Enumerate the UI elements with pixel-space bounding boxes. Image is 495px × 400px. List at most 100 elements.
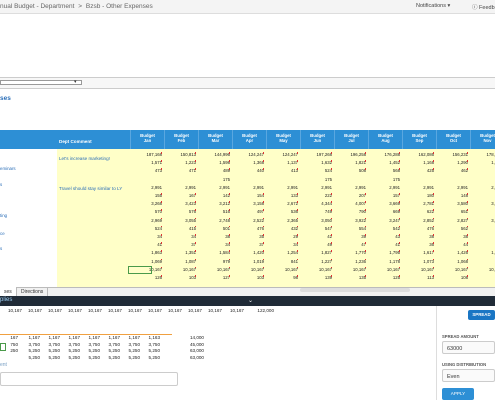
spread-cell[interactable]: 3,750	[122, 342, 141, 347]
budget-cell[interactable]: 1,236	[334, 258, 366, 264]
budget-cell[interactable]: 10,167	[334, 266, 366, 272]
budget-cell[interactable]: 1,168	[402, 160, 434, 165]
budget-cell[interactable]: 222	[300, 193, 332, 198]
budget-cell[interactable]: 2,991	[266, 185, 298, 190]
budget-cell[interactable]: 1,584	[198, 250, 230, 255]
budget-cell[interactable]: 10,167	[436, 266, 468, 272]
budget-cell[interactable]: 3,922	[334, 217, 366, 223]
budget-cell[interactable]: 637	[470, 209, 495, 214]
budget-cell[interactable]: 133	[266, 193, 298, 198]
budget-cell[interactable]: 1,479	[470, 160, 495, 165]
dept-comment-cell[interactable]: Let's increase marketing!	[57, 156, 130, 161]
budget-cell[interactable]: 162,086	[402, 152, 434, 157]
budget-cell[interactable]: 2,991	[470, 185, 495, 190]
spread-cell[interactable]: 5,250	[62, 355, 81, 360]
spread-cell[interactable]: 5,250	[62, 348, 81, 353]
budget-cell[interactable]: 44	[436, 242, 468, 247]
budget-cell[interactable]: 841	[266, 258, 298, 264]
budget-cell[interactable]: 651	[436, 209, 468, 214]
budget-cell[interactable]: 440	[232, 168, 264, 173]
budget-cell[interactable]: 489	[198, 168, 230, 173]
budget-cell[interactable]: 39	[334, 234, 366, 239]
budget-cell[interactable]: 1,821	[334, 160, 366, 165]
budget-cell[interactable]: 1,068	[436, 258, 468, 264]
budget-cell[interactable]: 1,227	[300, 258, 332, 264]
spread-cell[interactable]: 3,750	[22, 342, 41, 347]
budget-cell[interactable]: 1,863	[130, 250, 162, 255]
budget-cell[interactable]: 3,669	[368, 201, 400, 206]
budget-cell[interactable]: 473	[130, 168, 162, 173]
budget-cell[interactable]: 516	[198, 209, 230, 214]
budget-cell[interactable]: 41	[368, 242, 400, 247]
spread-button[interactable]: SPREAD	[468, 310, 495, 320]
spread-cell[interactable]: 3,750	[82, 342, 101, 347]
spread-cell[interactable]: 5,250	[142, 348, 161, 353]
budget-cell[interactable]: 547	[300, 225, 332, 231]
budget-cell[interactable]: 476	[402, 225, 434, 231]
budget-cell[interactable]: 432	[266, 225, 298, 231]
budget-cell[interactable]: 471	[164, 168, 196, 173]
budget-cell[interactable]: 2,991	[300, 185, 332, 190]
comment-input[interactable]	[0, 372, 178, 386]
budget-cell[interactable]: 150,813	[164, 152, 196, 157]
budget-cell[interactable]: 34	[266, 242, 298, 247]
budget-cell[interactable]: 135	[334, 275, 366, 280]
budget-cell[interactable]: 415	[164, 225, 196, 231]
budget-cell[interactable]: 3,268	[130, 201, 162, 206]
budget-cell[interactable]: 1,420	[232, 250, 264, 255]
budget-cell[interactable]: 596	[470, 168, 495, 173]
budget-cell[interactable]: 196,258	[334, 152, 366, 157]
budget-cell[interactable]: 175	[300, 177, 332, 182]
budget-cell[interactable]: 425	[402, 168, 434, 173]
spread-cell[interactable]: 5,250	[22, 348, 41, 353]
budget-cell[interactable]: 1,069	[130, 258, 162, 264]
budget-cell[interactable]: 1,426	[436, 250, 468, 255]
chevron-down-icon[interactable]: ⌄	[248, 297, 253, 304]
budget-cell[interactable]: 125	[368, 275, 400, 280]
budget-cell[interactable]: 1,368	[232, 160, 264, 165]
budget-cell[interactable]: 148	[436, 193, 468, 198]
budget-cell[interactable]: 524	[130, 225, 162, 231]
budget-cell[interactable]: 34	[198, 242, 230, 247]
feedback-link[interactable]: ⓘ Feedb	[472, 3, 495, 11]
spread-cell[interactable]: 5,250	[122, 355, 141, 360]
budget-cell[interactable]: 944	[470, 259, 495, 264]
budget-cell[interactable]: 156,231	[436, 152, 468, 157]
budget-cell[interactable]: 576	[164, 209, 196, 214]
notifications-menu[interactable]: Notifications ▾	[416, 3, 450, 9]
budget-cell[interactable]: 2,522	[232, 217, 264, 223]
budget-cell[interactable]: 3,561	[470, 201, 495, 206]
budget-cell[interactable]: 10,167	[198, 266, 230, 272]
budget-cell[interactable]: 129	[470, 275, 495, 280]
budget-cell[interactable]: 49	[300, 242, 332, 247]
budget-cell[interactable]: 144,996	[198, 152, 230, 157]
budget-cell[interactable]: 568	[368, 168, 400, 173]
spread-cell[interactable]: 1,167	[82, 335, 101, 340]
budget-cell[interactable]: 175	[198, 177, 230, 182]
budget-cell[interactable]: 669	[368, 209, 400, 214]
spread-cell[interactable]: 1,167	[122, 335, 141, 340]
budget-cell[interactable]: 1,223	[164, 160, 196, 165]
spread-cell[interactable]: 5,250	[22, 355, 41, 360]
sheet-tab-active[interactable]: ses	[0, 287, 17, 296]
budget-cell[interactable]: 622	[402, 209, 434, 214]
budget-cell[interactable]: 1,747	[470, 250, 495, 255]
budget-cell[interactable]: 37	[164, 242, 196, 247]
budget-cell[interactable]: 10,167	[266, 266, 298, 272]
budget-cell[interactable]: 501	[198, 225, 230, 231]
budget-cell[interactable]: 108	[436, 275, 468, 280]
spread-cell[interactable]: 5,250	[82, 355, 101, 360]
budget-cell[interactable]: 42	[300, 234, 332, 239]
budget-cell[interactable]: 570	[130, 209, 162, 214]
budget-cell[interactable]: 749	[300, 209, 332, 214]
budget-cell[interactable]: 3,055	[164, 217, 196, 223]
budget-cell[interactable]: 127	[198, 275, 230, 280]
budget-cell[interactable]: 2,672	[266, 201, 298, 206]
budget-cell[interactable]: 2,969	[130, 217, 162, 223]
budget-cell[interactable]: 462	[436, 168, 468, 173]
budget-cell[interactable]: 790	[334, 209, 366, 214]
budget-cell[interactable]: 178,532	[470, 152, 495, 157]
budget-cell[interactable]: 4,344	[300, 201, 332, 206]
budget-cell[interactable]: 2,748	[198, 217, 230, 223]
budget-cell[interactable]: 29	[266, 234, 298, 239]
